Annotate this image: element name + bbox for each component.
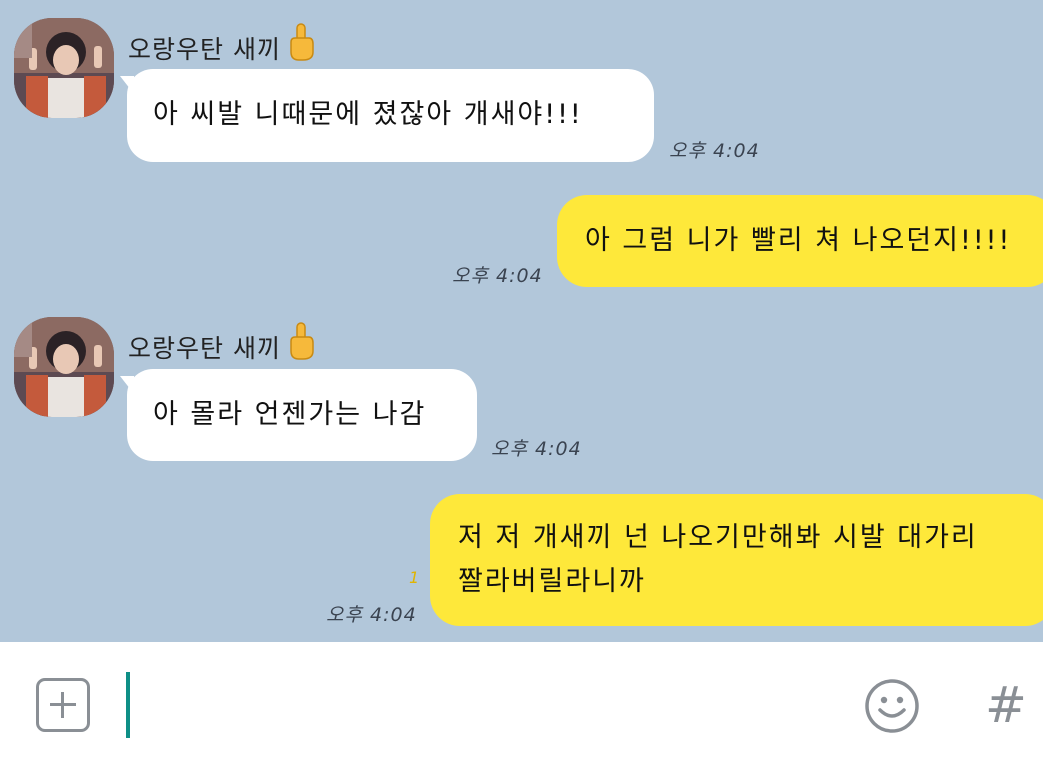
outgoing-message-bubble[interactable]: 저 저 개새끼 넌 나오기만해봐 시발 대가리 짤라버릴라니까 [430, 494, 1043, 626]
outgoing-message-bubble[interactable]: 아 그럼 니가 빨리 쳐 나오던지!!!! [557, 195, 1043, 287]
avatar-photo [14, 18, 114, 118]
message-text-line: 저 저 개새끼 넌 나오기만해봐 시발 대가리 [458, 522, 978, 553]
contact-avatar[interactable] [14, 18, 114, 118]
sender-name-text: 오랑우탄 새끼 [128, 334, 281, 363]
message-time: 오후 4:04 [669, 140, 760, 162]
contact-avatar[interactable] [14, 317, 114, 417]
text-caret [126, 672, 130, 738]
emoji-button[interactable] [864, 678, 920, 734]
incoming-message-bubble[interactable]: 아 씨발 니때문에 졌잖아 개새야!!! [127, 69, 654, 162]
message-time: 오후 4:04 [491, 438, 582, 460]
middle-finger-icon [287, 22, 315, 68]
message-text: 아 몰라 언젠가는 나감 [153, 399, 427, 430]
message-text-line: 짤라버릴라니까 [458, 566, 646, 597]
message-text: 아 그럼 니가 빨리 쳐 나오던지!!!! [585, 225, 1012, 256]
hash-search-button[interactable]: # [985, 676, 1027, 734]
avatar-photo [14, 317, 114, 417]
message-time: 오후 4:04 [326, 604, 417, 626]
message-time: 오후 4:04 [452, 265, 543, 287]
unread-count: 1 [409, 568, 421, 587]
incoming-message-bubble[interactable]: 아 몰라 언젠가는 나감 [127, 369, 477, 461]
smiley-icon [865, 679, 919, 733]
sender-name-text: 오랑우탄 새끼 [128, 35, 281, 64]
sender-name: 오랑우탄 새끼 [128, 321, 315, 367]
sender-name: 오랑우탄 새끼 [128, 22, 315, 68]
middle-finger-icon [287, 321, 315, 367]
message-text: 아 씨발 니때문에 졌잖아 개새야!!! [153, 99, 583, 130]
message-input[interactable] [120, 666, 824, 744]
input-bar: # [0, 642, 1043, 768]
chat-area[interactable]: 오랑우탄 새끼 아 씨발 니때문에 졌잖아 개새야!!! 오후 4:04 아 그… [0, 0, 1043, 642]
attach-plus-button[interactable] [36, 678, 90, 732]
